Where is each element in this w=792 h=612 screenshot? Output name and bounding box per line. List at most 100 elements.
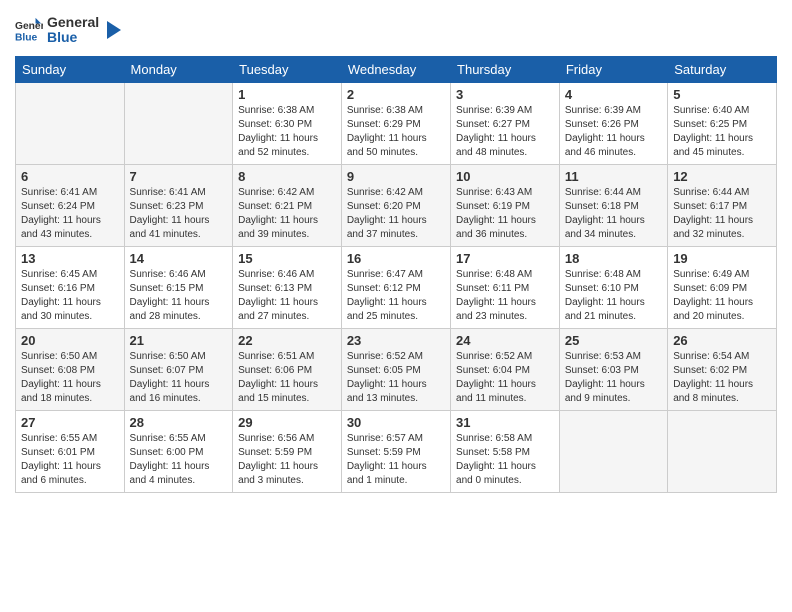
calendar-cell: 7 Sunrise: 6:41 AMSunset: 6:23 PMDaylight…	[124, 164, 233, 246]
day-number: 9	[347, 169, 445, 184]
day-number: 23	[347, 333, 445, 348]
calendar-cell: 30Sunrise: 6:57 AMSunset: 5:59 PMDayligh…	[341, 410, 450, 492]
day-number: 18	[565, 251, 662, 266]
day-number: 24	[456, 333, 554, 348]
calendar-cell: 8Sunrise: 6:42 AMSunset: 6:21 PMDaylight…	[233, 164, 342, 246]
day-info: Sunrise: 6:39 AMSunset: 6:27 PMDaylight:…	[456, 104, 554, 160]
page-header: General Blue General Blue	[15, 15, 777, 46]
calendar-cell: 22Sunrise: 6:51 AMSunset: 6:06 PMDayligh…	[233, 328, 342, 410]
day-number: 27	[21, 415, 119, 430]
week-row-3: 13 Sunrise: 6:45 AMSunset: 6:16 PMDayligh…	[16, 246, 777, 328]
day-info: Sunrise: 6:38 AMSunset: 6:29 PMDaylight:…	[347, 104, 445, 160]
week-row-4: 20Sunrise: 6:50 AMSunset: 6:08 PMDayligh…	[16, 328, 777, 410]
day-number: 17	[456, 251, 554, 266]
calendar-cell: 2 Sunrise: 6:38 AMSunset: 6:29 PMDaylight…	[341, 82, 450, 164]
weekday-header-monday: Monday	[124, 56, 233, 82]
calendar-cell: 14Sunrise: 6:46 AMSunset: 6:15 PMDayligh…	[124, 246, 233, 328]
calendar-cell: 31 Sunrise: 6:58 AMSunset: 5:58 PMDayligh…	[451, 410, 560, 492]
weekday-header-wednesday: Wednesday	[341, 56, 450, 82]
day-info: Sunrise: 6:58 AMSunset: 5:58 PMDaylight:…	[456, 432, 554, 488]
calendar-cell	[559, 410, 667, 492]
day-number: 16	[347, 251, 445, 266]
day-number: 1	[238, 87, 336, 102]
weekday-header-saturday: Saturday	[668, 56, 777, 82]
calendar-cell: 25 Sunrise: 6:53 AMSunset: 6:03 PMDayligh…	[559, 328, 667, 410]
day-info: Sunrise: 6:40 AMSunset: 6:25 PMDaylight:…	[673, 104, 771, 160]
weekday-header-tuesday: Tuesday	[233, 56, 342, 82]
calendar-cell: 29Sunrise: 6:56 AMSunset: 5:59 PMDayligh…	[233, 410, 342, 492]
day-info: Sunrise: 6:53 AMSunset: 6:03 PMDaylight:…	[565, 350, 662, 406]
day-number: 3	[456, 87, 554, 102]
day-info: Sunrise: 6:43 AMSunset: 6:19 PMDaylight:…	[456, 186, 554, 242]
calendar-cell: 9 Sunrise: 6:42 AMSunset: 6:20 PMDaylight…	[341, 164, 450, 246]
calendar-cell: 5Sunrise: 6:40 AMSunset: 6:25 PMDaylight…	[668, 82, 777, 164]
day-info: Sunrise: 6:52 AMSunset: 6:05 PMDaylight:…	[347, 350, 445, 406]
day-info: Sunrise: 6:51 AMSunset: 6:06 PMDaylight:…	[238, 350, 336, 406]
week-row-2: 6 Sunrise: 6:41 AMSunset: 6:24 PMDaylight…	[16, 164, 777, 246]
calendar-cell: 10Sunrise: 6:43 AMSunset: 6:19 PMDayligh…	[451, 164, 560, 246]
day-info: Sunrise: 6:46 AMSunset: 6:15 PMDaylight:…	[130, 268, 228, 324]
day-info: Sunrise: 6:44 AMSunset: 6:18 PMDaylight:…	[565, 186, 662, 242]
calendar-cell: 20Sunrise: 6:50 AMSunset: 6:08 PMDayligh…	[16, 328, 125, 410]
day-info: Sunrise: 6:41 AMSunset: 6:24 PMDaylight:…	[21, 186, 119, 242]
day-number: 28	[130, 415, 228, 430]
day-info: Sunrise: 6:48 AMSunset: 6:10 PMDaylight:…	[565, 268, 662, 324]
weekday-header-sunday: Sunday	[16, 56, 125, 82]
calendar-cell: 26Sunrise: 6:54 AMSunset: 6:02 PMDayligh…	[668, 328, 777, 410]
day-info: Sunrise: 6:56 AMSunset: 5:59 PMDaylight:…	[238, 432, 336, 488]
day-info: Sunrise: 6:45 AMSunset: 6:16 PMDaylight:…	[21, 268, 119, 324]
week-row-1: 1 Sunrise: 6:38 AMSunset: 6:30 PMDaylight…	[16, 82, 777, 164]
day-info: Sunrise: 6:38 AMSunset: 6:30 PMDaylight:…	[238, 104, 336, 160]
logo-blue: Blue	[47, 30, 99, 45]
day-info: Sunrise: 6:41 AMSunset: 6:23 PMDaylight:…	[130, 186, 228, 242]
day-info: Sunrise: 6:57 AMSunset: 5:59 PMDaylight:…	[347, 432, 445, 488]
day-info: Sunrise: 6:49 AMSunset: 6:09 PMDaylight:…	[673, 268, 771, 324]
day-number: 2	[347, 87, 445, 102]
calendar-cell: 17Sunrise: 6:48 AMSunset: 6:11 PMDayligh…	[451, 246, 560, 328]
calendar-cell: 18 Sunrise: 6:48 AMSunset: 6:10 PMDayligh…	[559, 246, 667, 328]
calendar-header-row: SundayMondayTuesdayWednesdayThursdayFrid…	[16, 56, 777, 82]
day-number: 25	[565, 333, 662, 348]
calendar-cell: 21Sunrise: 6:50 AMSunset: 6:07 PMDayligh…	[124, 328, 233, 410]
week-row-5: 27Sunrise: 6:55 AMSunset: 6:01 PMDayligh…	[16, 410, 777, 492]
day-info: Sunrise: 6:47 AMSunset: 6:12 PMDaylight:…	[347, 268, 445, 324]
calendar-table: SundayMondayTuesdayWednesdayThursdayFrid…	[15, 56, 777, 493]
logo-icon: General Blue	[15, 16, 43, 44]
calendar-cell	[16, 82, 125, 164]
calendar-cell: 23 Sunrise: 6:52 AMSunset: 6:05 PMDayligh…	[341, 328, 450, 410]
calendar-cell: 28 Sunrise: 6:55 AMSunset: 6:00 PMDayligh…	[124, 410, 233, 492]
day-number: 19	[673, 251, 771, 266]
calendar-cell: 16 Sunrise: 6:47 AMSunset: 6:12 PMDayligh…	[341, 246, 450, 328]
svg-text:Blue: Blue	[15, 33, 38, 44]
calendar-body: 1 Sunrise: 6:38 AMSunset: 6:30 PMDaylight…	[16, 82, 777, 492]
logo: General Blue General Blue	[15, 15, 123, 46]
day-number: 4	[565, 87, 662, 102]
calendar-cell: 11 Sunrise: 6:44 AMSunset: 6:18 PMDayligh…	[559, 164, 667, 246]
calendar-cell: 15Sunrise: 6:46 AMSunset: 6:13 PMDayligh…	[233, 246, 342, 328]
day-number: 7	[130, 169, 228, 184]
day-info: Sunrise: 6:42 AMSunset: 6:20 PMDaylight:…	[347, 186, 445, 242]
day-info: Sunrise: 6:46 AMSunset: 6:13 PMDaylight:…	[238, 268, 336, 324]
day-number: 11	[565, 169, 662, 184]
calendar-cell: 27Sunrise: 6:55 AMSunset: 6:01 PMDayligh…	[16, 410, 125, 492]
day-number: 13	[21, 251, 119, 266]
calendar-cell: 24 Sunrise: 6:52 AMSunset: 6:04 PMDayligh…	[451, 328, 560, 410]
day-number: 8	[238, 169, 336, 184]
day-number: 31	[456, 415, 554, 430]
calendar-cell: 13 Sunrise: 6:45 AMSunset: 6:16 PMDayligh…	[16, 246, 125, 328]
calendar-cell: 3 Sunrise: 6:39 AMSunset: 6:27 PMDaylight…	[451, 82, 560, 164]
day-info: Sunrise: 6:52 AMSunset: 6:04 PMDaylight:…	[456, 350, 554, 406]
day-info: Sunrise: 6:44 AMSunset: 6:17 PMDaylight:…	[673, 186, 771, 242]
weekday-header-friday: Friday	[559, 56, 667, 82]
calendar-cell	[124, 82, 233, 164]
calendar-cell	[668, 410, 777, 492]
day-number: 6	[21, 169, 119, 184]
day-number: 12	[673, 169, 771, 184]
day-info: Sunrise: 6:55 AMSunset: 6:00 PMDaylight:…	[130, 432, 228, 488]
calendar-cell: 4Sunrise: 6:39 AMSunset: 6:26 PMDaylight…	[559, 82, 667, 164]
calendar-cell: 6 Sunrise: 6:41 AMSunset: 6:24 PMDaylight…	[16, 164, 125, 246]
calendar-cell: 19 Sunrise: 6:49 AMSunset: 6:09 PMDayligh…	[668, 246, 777, 328]
calendar-cell: 12 Sunrise: 6:44 AMSunset: 6:17 PMDayligh…	[668, 164, 777, 246]
calendar-cell: 1 Sunrise: 6:38 AMSunset: 6:30 PMDaylight…	[233, 82, 342, 164]
day-info: Sunrise: 6:50 AMSunset: 6:07 PMDaylight:…	[130, 350, 228, 406]
